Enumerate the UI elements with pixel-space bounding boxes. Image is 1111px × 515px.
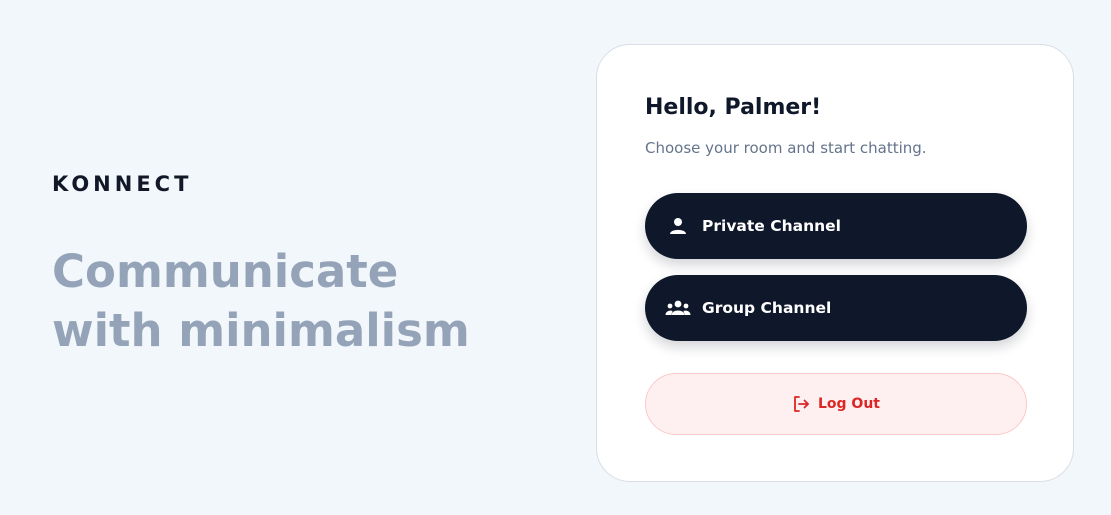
logout-label: Log Out <box>818 396 880 412</box>
group-channel-label: Group Channel <box>702 299 832 317</box>
tagline: Communicate with minimalism <box>52 245 470 357</box>
greeting-subtitle: Choose your room and start chatting. <box>645 139 927 157</box>
logout-icon <box>792 395 810 413</box>
landing-page: KONNECT Communicate with minimalism Hell… <box>0 0 1111 515</box>
greeting-title: Hello, Palmer! <box>645 95 822 120</box>
private-channel-label: Private Channel <box>702 217 841 235</box>
users-icon <box>665 298 691 318</box>
room-selection-card: Hello, Palmer! Choose your room and star… <box>596 44 1074 482</box>
user-icon <box>665 216 691 236</box>
logout-button[interactable]: Log Out <box>645 373 1027 435</box>
group-channel-button[interactable]: Group Channel <box>645 275 1027 341</box>
brand-name: KONNECT <box>52 172 193 196</box>
private-channel-button[interactable]: Private Channel <box>645 193 1027 259</box>
